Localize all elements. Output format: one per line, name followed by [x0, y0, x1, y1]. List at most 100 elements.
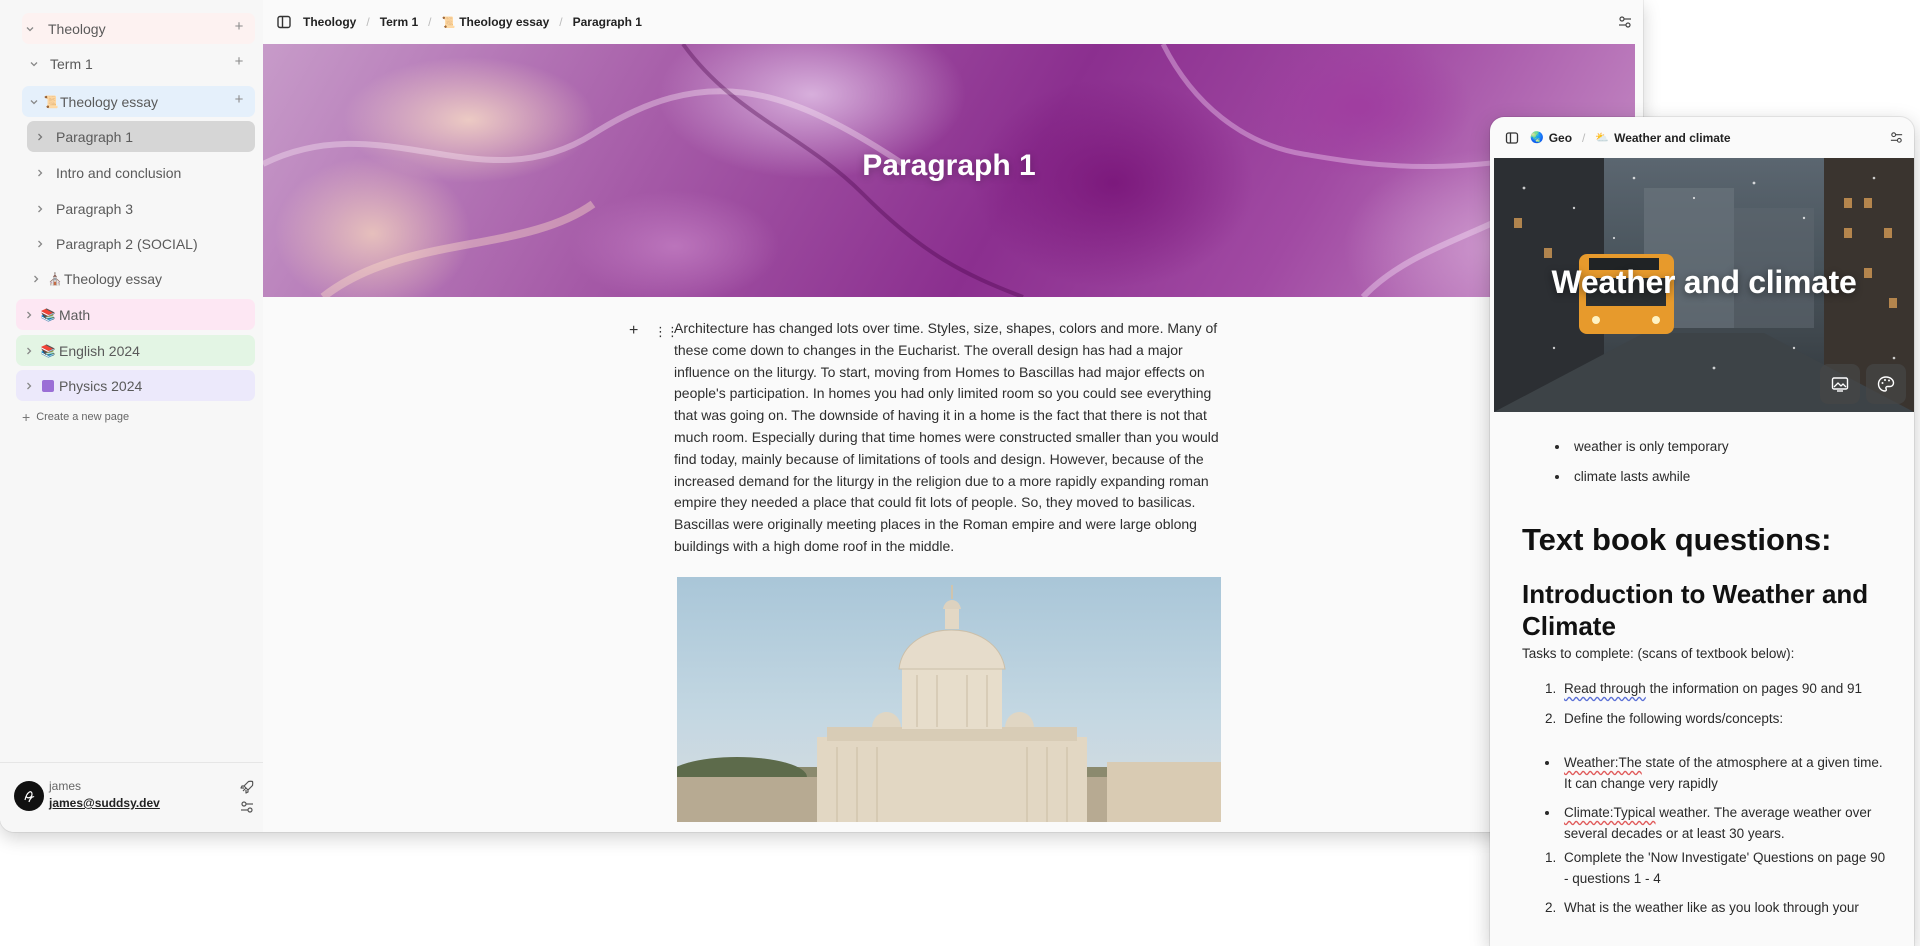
sidebar-item-math[interactable]: 📚 Math: [16, 299, 255, 330]
list-item[interactable]: Read through the information on pages 90…: [1560, 674, 1890, 704]
add-icon[interactable]: +: [232, 19, 246, 34]
bullet-list: Weather:The state of the atmosphere at a…: [1540, 752, 1890, 844]
sidebar-item-label: Paragraph 3: [56, 200, 134, 217]
list-item[interactable]: climate lasts awhile: [1570, 462, 1729, 492]
chevron-down-icon[interactable]: [22, 21, 38, 37]
list-item[interactable]: Weather:The state of the atmosphere at a…: [1560, 752, 1890, 794]
rocket-icon[interactable]: [239, 779, 255, 795]
chevron-right-icon[interactable]: [21, 378, 37, 394]
sidebar-item-theology[interactable]: Theology +: [22, 13, 255, 44]
breadcrumb-separator: /: [366, 15, 370, 29]
chevron-right-icon[interactable]: [32, 129, 48, 145]
scroll-icon: 📜: [441, 16, 456, 29]
user-name: james: [49, 779, 82, 793]
sidebar-item-physics-2024[interactable]: Physics 2024: [16, 370, 255, 401]
list-item[interactable]: Complete the 'Now Investigate' Questions…: [1560, 847, 1890, 889]
scroll-icon: 📜: [43, 94, 59, 109]
paragraph-block[interactable]: Architecture has changed lots over time.…: [674, 318, 1224, 558]
cover-image[interactable]: Weather and climate: [1494, 158, 1914, 412]
sidebar-item-term-1[interactable]: Term 1 +: [22, 48, 255, 79]
image-icon: [1831, 377, 1849, 392]
list-item[interactable]: weather is only temporary: [1570, 432, 1729, 462]
sidebar-item-paragraph-3[interactable]: Paragraph 3: [27, 193, 260, 224]
sidebar-toggle-icon[interactable]: [275, 13, 293, 31]
sidebar-item-label: Paragraph 2 (SOCIAL): [56, 235, 198, 252]
sidebar: Theology + Term 1 + 📜 Theology essay + P…: [0, 0, 263, 832]
chevron-right-icon[interactable]: [28, 271, 44, 287]
breadcrumb-item-paragraph-1[interactable]: Paragraph 1: [573, 15, 642, 29]
list-item-text: the information on pages 90 and 91: [1645, 681, 1862, 696]
list-item[interactable]: Define the following words/concepts:: [1560, 704, 1890, 734]
sidebar-item-label: Physics 2024: [59, 377, 143, 394]
breadcrumb-separator: /: [1582, 130, 1586, 145]
cover-image[interactable]: Paragraph 1: [263, 44, 1635, 297]
add-icon[interactable]: +: [232, 92, 246, 107]
list-item-text: Define the following words/concepts:: [1564, 711, 1784, 726]
breadcrumb-item-weather-and-climate[interactable]: Weather and climate: [1614, 131, 1730, 145]
breadcrumb: Theology / Term 1 / 📜 Theology essay / P…: [303, 15, 642, 29]
user-email[interactable]: james@suddsy.dev: [49, 796, 160, 810]
avatar[interactable]: [14, 781, 44, 811]
settings-sliders-icon[interactable]: [1889, 130, 1904, 145]
sidebar-item-label: Theology essay: [64, 270, 163, 287]
sidebar-item-label: Term 1: [50, 55, 93, 72]
breadcrumb-item-theology-essay[interactable]: Theology essay: [459, 15, 549, 29]
add-block-icon[interactable]: +: [629, 322, 638, 340]
church-icon: ⛪: [47, 271, 63, 286]
breadcrumb-separator: /: [559, 15, 563, 29]
sidebar-item-label: Paragraph 1: [56, 128, 134, 145]
list-item[interactable]: Climate:Typical weather. The average wea…: [1560, 802, 1890, 844]
list-item[interactable]: What is the weather like as you look thr…: [1560, 897, 1890, 918]
chevron-right-icon[interactable]: [32, 201, 48, 217]
sidebar-item-label: Math: [59, 306, 91, 323]
chevron-right-icon[interactable]: [21, 307, 37, 323]
page-title[interactable]: Paragraph 1: [263, 149, 1635, 183]
sidebar-item-theology-essay-2[interactable]: ⛪ Theology essay: [22, 263, 255, 294]
settings-sliders-icon[interactable]: [1617, 14, 1633, 30]
sidebar-item-label: Theology essay: [60, 93, 159, 110]
sidebar-item-paragraph-1[interactable]: Paragraph 1: [27, 121, 255, 152]
sidebar-item-label: Theology: [48, 20, 106, 37]
atom-icon: [39, 379, 57, 392]
sidebar-item-english-2024[interactable]: 📚 English 2024: [16, 335, 255, 366]
books-icon: 📚: [40, 343, 56, 358]
create-new-page-label: Create a new page: [36, 411, 130, 423]
numbered-list: Complete the 'Now Investigate' Questions…: [1540, 847, 1890, 918]
plus-icon: +: [22, 409, 31, 425]
heading-2[interactable]: Introduction to Weather and Climate: [1522, 578, 1892, 642]
page-title[interactable]: Weather and climate: [1494, 264, 1914, 301]
chevron-down-icon[interactable]: [26, 94, 42, 110]
palette-icon: [1877, 376, 1895, 392]
heading-1[interactable]: Text book questions:: [1522, 522, 1831, 558]
add-icon[interactable]: +: [232, 54, 246, 69]
sidebar-toggle-icon[interactable]: [1504, 130, 1520, 146]
breadcrumb-item-geo[interactable]: Geo: [1549, 131, 1572, 145]
breadcrumb-item-term-1[interactable]: Term 1: [380, 15, 418, 29]
breadcrumb-item-theology[interactable]: Theology: [303, 15, 356, 29]
sidebar-item-theology-essay[interactable]: 📜 Theology essay +: [22, 86, 255, 117]
spellcheck-underlined-text: Climate:Typical: [1564, 805, 1656, 820]
chevron-right-icon[interactable]: [21, 343, 37, 359]
settings-sliders-icon[interactable]: [239, 799, 255, 815]
main-window: Theology + Term 1 + 📜 Theology essay + P…: [0, 0, 1643, 832]
spellcheck-underlined-text: Weather:The: [1564, 755, 1642, 770]
basilica-drawing: [677, 585, 1221, 822]
topbar: 🌏 Geo / ⛅ Weather and climate: [1490, 117, 1914, 158]
create-new-page-button[interactable]: + Create a new page: [22, 409, 130, 425]
chevron-right-icon[interactable]: [32, 165, 48, 181]
bullet-list: weather is only temporary climate lasts …: [1536, 432, 1729, 492]
change-cover-button[interactable]: [1820, 364, 1860, 404]
chevron-right-icon[interactable]: [32, 236, 48, 252]
breadcrumb-separator: /: [428, 15, 432, 29]
sidebar-item-intro-and-conclusion[interactable]: Intro and conclusion: [27, 157, 260, 188]
spellcheck-underlined-text: Read through: [1564, 681, 1646, 696]
sidebar-item-label: Intro and conclusion: [56, 164, 182, 181]
basilica-image[interactable]: [677, 577, 1221, 822]
sidebar-item-paragraph-2-social[interactable]: Paragraph 2 (SOCIAL): [27, 228, 260, 259]
breadcrumb: 🌏 Geo / ⛅ Weather and climate: [1530, 131, 1731, 145]
cover-theme-button[interactable]: [1866, 364, 1906, 404]
paragraph-block[interactable]: Tasks to complete: (scans of textbook be…: [1522, 646, 1794, 661]
secondary-window: 🌏 Geo / ⛅ Weather and climate Weather an…: [1490, 117, 1914, 946]
cloud-sun-icon: ⛅: [1595, 132, 1610, 144]
chevron-down-icon[interactable]: [26, 56, 42, 72]
